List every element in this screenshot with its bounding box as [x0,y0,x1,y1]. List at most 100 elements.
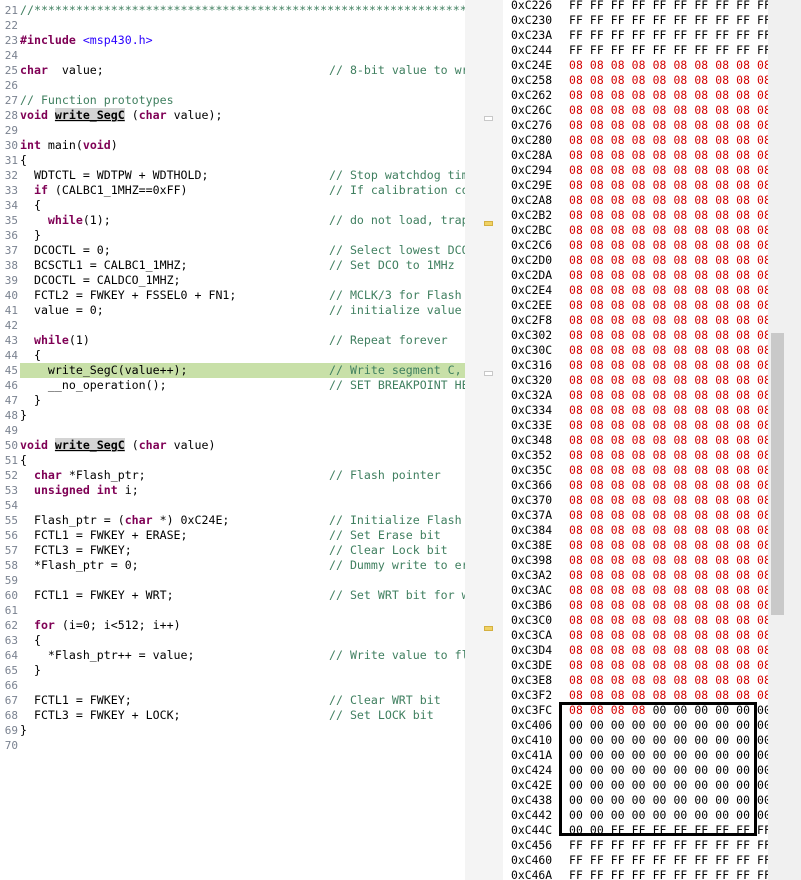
code-line[interactable]: 25 char value;// 8-bit value to wr [0,63,465,78]
code-line[interactable]: 68 FCTL3 = FWKEY + LOCK;// Set LOCK bit [0,708,465,723]
memory-row[interactable]: 0xC35C 08 08 08 08 08 08 08 08 08 08 [503,463,768,478]
code-line[interactable]: 63 { [0,633,465,648]
memory-row[interactable]: 0xC37A 08 08 08 08 08 08 08 08 08 08 [503,508,768,523]
overview-marker-icon[interactable] [484,221,493,226]
memory-bytes[interactable]: 08 08 08 08 08 08 08 08 08 08 [569,133,768,148]
memory-bytes[interactable]: 08 08 08 08 08 08 08 08 08 08 [569,538,768,553]
memory-bytes[interactable]: FF FF FF FF FF FF FF FF FF FF [569,28,768,43]
memory-row[interactable]: 0xC2A8 08 08 08 08 08 08 08 08 08 08 [503,193,768,208]
memory-bytes[interactable]: 08 08 08 08 08 08 08 08 08 08 [569,73,768,88]
memory-bytes[interactable]: 08 08 08 08 08 08 08 08 08 08 [569,148,768,163]
memory-bytes[interactable]: 08 08 08 08 08 08 08 08 08 08 [569,643,768,658]
memory-row[interactable]: 0xC32A 08 08 08 08 08 08 08 08 08 08 [503,388,768,403]
memory-bytes[interactable]: 08 08 08 08 08 08 08 08 08 08 [569,688,768,703]
memory-row[interactable]: 0xC280 08 08 08 08 08 08 08 08 08 08 [503,133,768,148]
scrollbar-thumb[interactable] [771,333,784,615]
memory-bytes[interactable]: 08 08 08 08 08 08 08 08 08 08 [569,313,768,328]
overview-marker-icon[interactable] [484,371,493,376]
memory-row[interactable]: 0xC334 08 08 08 08 08 08 08 08 08 08 [503,403,768,418]
overview-marker-icon[interactable] [484,626,493,631]
memory-bytes[interactable]: 08 08 08 08 08 08 08 08 08 08 [569,463,768,478]
memory-bytes[interactable]: 08 08 08 08 08 08 08 08 08 08 [569,268,768,283]
memory-bytes[interactable]: 08 08 08 08 08 08 08 08 08 08 [569,403,768,418]
memory-bytes[interactable]: 08 08 08 08 08 08 08 08 08 08 [569,193,768,208]
memory-bytes[interactable]: 08 08 08 08 08 08 08 08 08 08 [569,88,768,103]
memory-row[interactable]: 0xC3A2 08 08 08 08 08 08 08 08 08 08 [503,568,768,583]
memory-row[interactable]: 0xC302 08 08 08 08 08 08 08 08 08 08 [503,328,768,343]
memory-bytes[interactable]: 08 08 08 08 08 08 08 08 08 08 [569,298,768,313]
memory-row[interactable]: 0xC3D4 08 08 08 08 08 08 08 08 08 08 [503,643,768,658]
code-line[interactable]: 23 #include <msp430.h> [0,33,465,48]
overview-marker-icon[interactable] [484,116,493,121]
code-line[interactable]: 35 while(1);// do not load, trap [0,213,465,228]
memory-bytes[interactable]: 08 08 08 08 08 08 08 08 08 08 [569,448,768,463]
memory-row[interactable]: 0xC320 08 08 08 08 08 08 08 08 08 08 [503,373,768,388]
memory-row[interactable]: 0xC230 FF FF FF FF FF FF FF FF FF FF [503,13,768,28]
memory-row[interactable]: 0xC3AC 08 08 08 08 08 08 08 08 08 08 [503,583,768,598]
code-line[interactable]: 51{ [0,453,465,468]
code-line[interactable]: 32 WDTCTL = WDTPW + WDTHOLD;// Stop watc… [0,168,465,183]
code-line[interactable]: 59 [0,573,465,588]
code-line[interactable]: 60 FCTL1 = FWKEY + WRT;// Set WRT bit fo… [0,588,465,603]
memory-row[interactable]: 0xC28A 08 08 08 08 08 08 08 08 08 08 [503,148,768,163]
memory-bytes[interactable]: 08 08 08 08 08 08 08 08 08 08 [569,103,768,118]
memory-row[interactable]: 0xC3F2 08 08 08 08 08 08 08 08 08 08 [503,688,768,703]
memory-bytes[interactable]: 08 08 08 08 08 08 08 08 08 08 [569,388,768,403]
code-line[interactable]: 22 [0,18,465,33]
memory-row[interactable]: 0xC30C 08 08 08 08 08 08 08 08 08 08 [503,343,768,358]
memory-row[interactable]: 0xC352 08 08 08 08 08 08 08 08 08 08 [503,448,768,463]
memory-bytes[interactable]: FF FF FF FF FF FF FF FF FF FF [569,43,768,58]
code-line[interactable]: 24 [0,48,465,63]
memory-bytes[interactable]: FF FF FF FF FF FF FF FF FF FF [569,868,768,880]
memory-row[interactable]: 0xC398 08 08 08 08 08 08 08 08 08 08 [503,553,768,568]
memory-bytes[interactable]: 08 08 08 08 08 08 08 08 08 08 [569,523,768,538]
memory-bytes[interactable]: 08 08 08 08 08 08 08 08 08 08 [569,568,768,583]
memory-row[interactable]: 0xC38E 08 08 08 08 08 08 08 08 08 08 [503,538,768,553]
code-line[interactable]: 42 [0,318,465,333]
code-line[interactable]: 54 [0,498,465,513]
code-line[interactable]: 58 *Flash_ptr = 0;// Dummy write to er [0,558,465,573]
memory-row[interactable]: 0xC2D0 08 08 08 08 08 08 08 08 08 08 [503,253,768,268]
memory-bytes[interactable]: 08 08 08 08 08 08 08 08 08 08 [569,673,768,688]
memory-bytes[interactable]: 08 08 08 08 08 08 08 08 08 08 [569,493,768,508]
memory-bytes[interactable]: 08 08 08 08 08 08 08 08 08 08 [569,178,768,193]
code-line[interactable]: 62 for (i=0; i<512; i++) [0,618,465,633]
memory-row[interactable]: 0xC3C0 08 08 08 08 08 08 08 08 08 08 [503,613,768,628]
memory-row[interactable]: 0xC26C 08 08 08 08 08 08 08 08 08 08 [503,103,768,118]
code-line[interactable]: 43 while(1)// Repeat forever [0,333,465,348]
memory-bytes[interactable]: 08 08 08 08 08 08 08 08 08 08 [569,358,768,373]
memory-bytes[interactable]: 08 08 08 08 08 08 08 08 08 08 [569,478,768,493]
memory-bytes[interactable]: 08 08 08 08 08 08 08 08 08 08 [569,223,768,238]
memory-row[interactable]: 0xC2E4 08 08 08 08 08 08 08 08 08 08 [503,283,768,298]
memory-row[interactable]: 0xC262 08 08 08 08 08 08 08 08 08 08 [503,88,768,103]
code-line[interactable]: 30 int main(void) [0,138,465,153]
memory-bytes[interactable]: FF FF FF FF FF FF FF FF FF FF [569,838,768,853]
memory-bytes[interactable]: 08 08 08 08 08 08 08 08 08 08 [569,508,768,523]
code-line[interactable]: 56 FCTL1 = FWKEY + ERASE;// Set Erase bi… [0,528,465,543]
code-line[interactable]: 33 if (CALBC1_1MHZ==0xFF)// If calibrati… [0,183,465,198]
code-line[interactable]: 40 FCTL2 = FWKEY + FSSEL0 + FN1;// MCLK/… [0,288,465,303]
memory-row[interactable]: 0xC2F8 08 08 08 08 08 08 08 08 08 08 [503,313,768,328]
code-line[interactable]: 66 [0,678,465,693]
memory-bytes[interactable]: 08 08 08 08 08 08 08 08 08 08 [569,328,768,343]
code-line[interactable]: 67 FCTL1 = FWKEY;// Clear WRT bit [0,693,465,708]
code-line[interactable]: 21//************************************… [0,3,465,18]
memory-scrollbar[interactable] [768,0,801,880]
memory-row[interactable]: 0xC276 08 08 08 08 08 08 08 08 08 08 [503,118,768,133]
memory-bytes[interactable]: 08 08 08 08 08 08 08 08 08 08 [569,238,768,253]
memory-bytes[interactable]: 08 08 08 08 08 08 08 08 08 08 [569,553,768,568]
memory-row[interactable]: 0xC3CA 08 08 08 08 08 08 08 08 08 08 [503,628,768,643]
memory-row[interactable]: 0xC316 08 08 08 08 08 08 08 08 08 08 [503,358,768,373]
code-line[interactable]: 65 } [0,663,465,678]
code-line[interactable]: 39 DCOCTL = CALDCO_1MHZ; [0,273,465,288]
code-line[interactable]: 29 [0,123,465,138]
memory-bytes[interactable]: FF FF FF FF FF FF FF FF FF FF [569,0,768,13]
memory-row[interactable]: 0xC3DE 08 08 08 08 08 08 08 08 08 08 [503,658,768,673]
memory-bytes[interactable]: 08 08 08 08 08 08 08 08 08 08 [569,163,768,178]
memory-row[interactable]: 0xC460 FF FF FF FF FF FF FF FF FF FF [503,853,768,868]
code-line[interactable]: 41 value = 0;// initialize value [0,303,465,318]
code-line[interactable]: 37 DCOCTL = 0;// Select lowest DCO [0,243,465,258]
memory-bytes[interactable]: FF FF FF FF FF FF FF FF FF FF [569,853,768,868]
memory-bytes[interactable]: 08 08 08 08 08 08 08 08 08 08 [569,418,768,433]
memory-bytes[interactable]: 08 08 08 08 08 08 08 08 08 08 [569,598,768,613]
